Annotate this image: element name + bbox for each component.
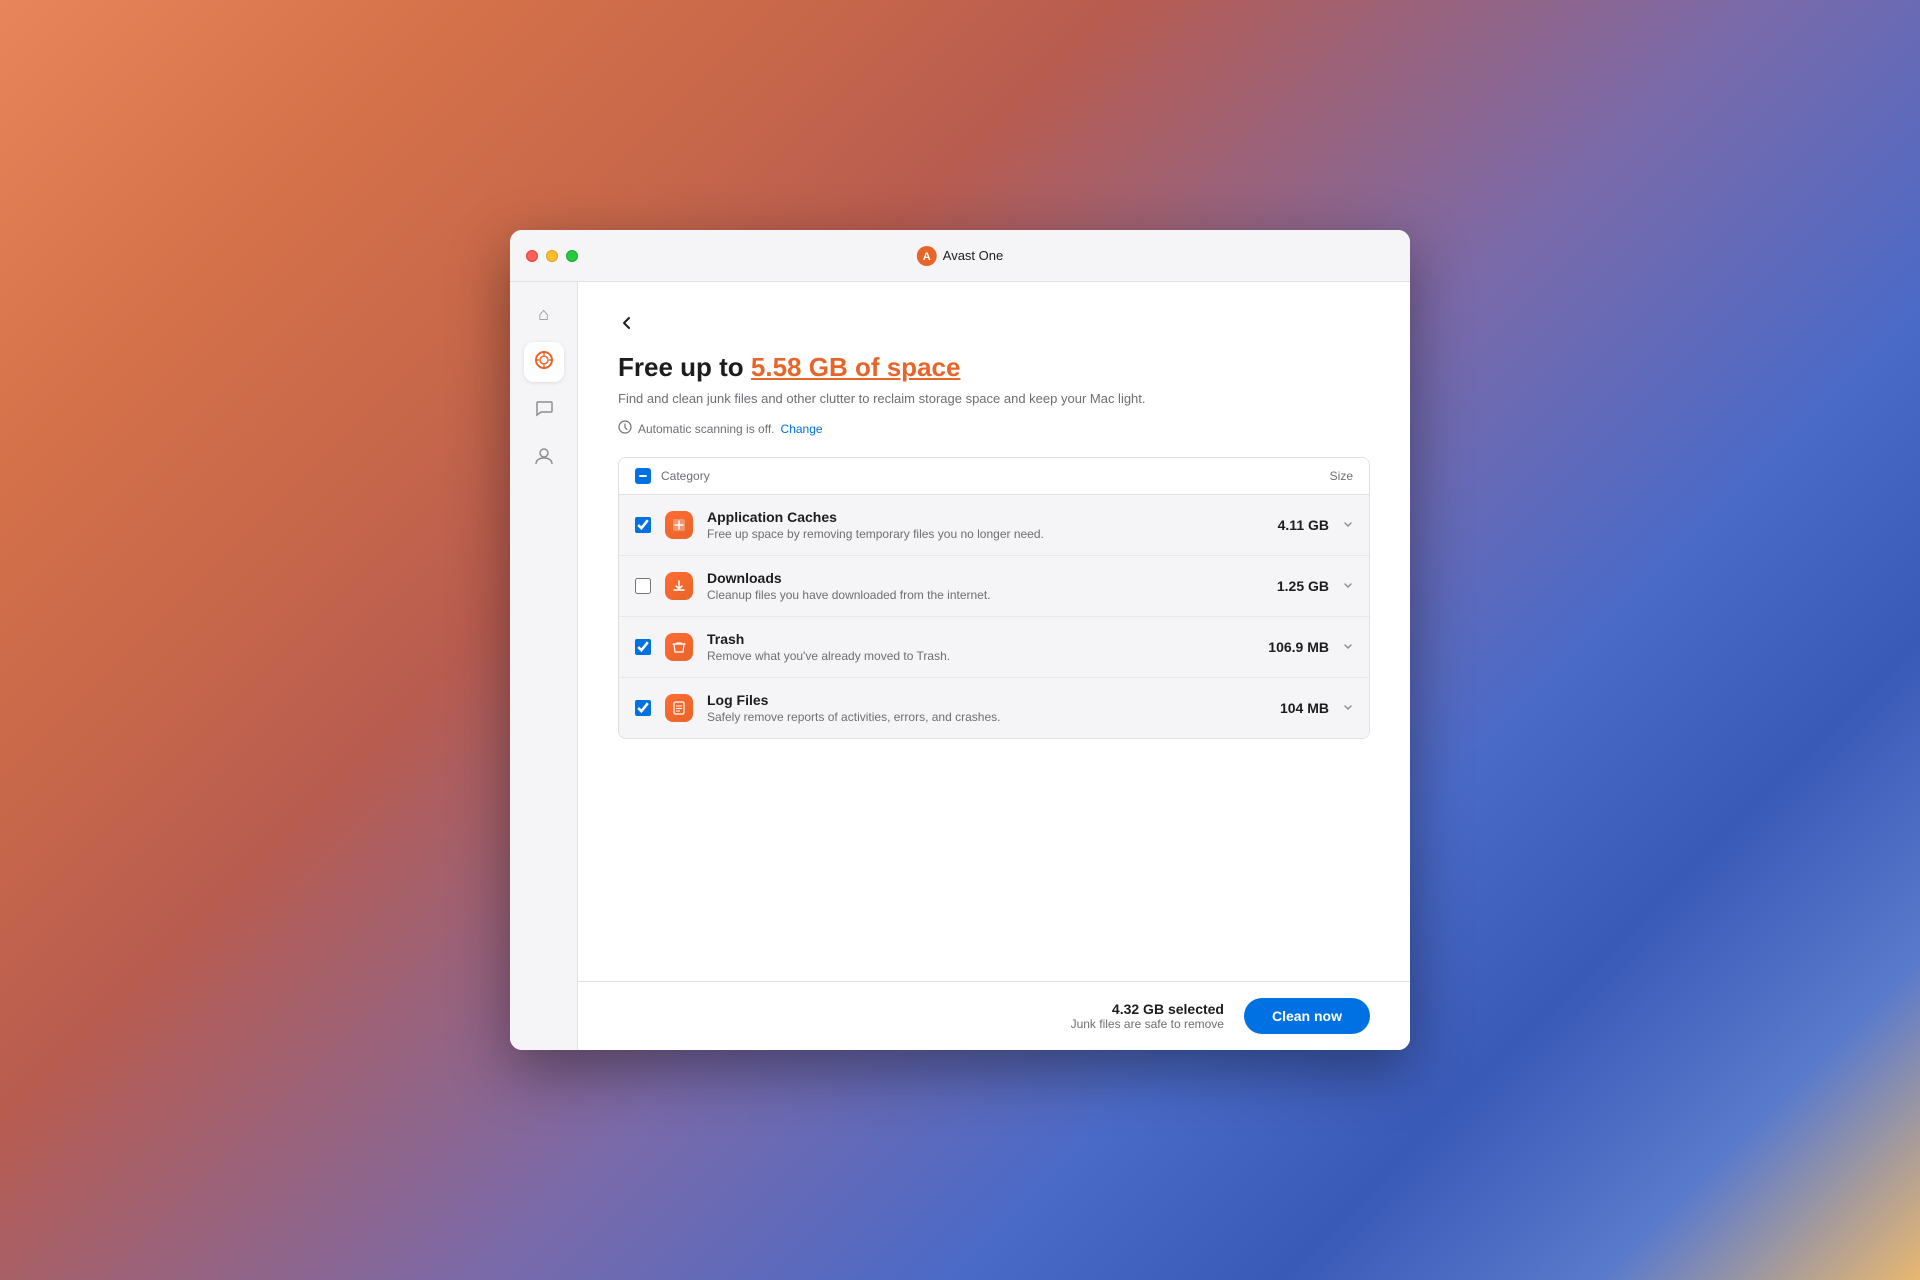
category-table: Category Size: [618, 457, 1370, 739]
cleanup-icon: [534, 350, 554, 375]
downloads-chevron[interactable]: [1341, 579, 1353, 594]
app-caches-text: Application Caches Free up space by remo…: [707, 509, 1278, 541]
home-icon: ⌂: [538, 304, 549, 325]
content-inner: Free up to 5.58 GB of space Find and cle…: [578, 282, 1410, 981]
table-row[interactable]: Downloads Cleanup files you have downloa…: [619, 556, 1369, 617]
avast-logo-icon: A: [917, 246, 937, 266]
app-caches-checkbox[interactable]: [635, 517, 651, 533]
back-button[interactable]: [618, 314, 636, 332]
feedback-icon: [534, 398, 554, 423]
log-files-icon: [663, 692, 695, 724]
trash-icon: [663, 631, 695, 663]
clean-now-button[interactable]: Clean now: [1244, 998, 1370, 1034]
footer-note: Junk files are safe to remove: [1071, 1017, 1224, 1031]
sidebar-item-home[interactable]: ⌂: [524, 294, 564, 334]
titlebar: A Avast One: [510, 230, 1410, 282]
downloads-icon: [663, 570, 695, 602]
downloads-checkbox[interactable]: [635, 578, 651, 594]
footer-info: 4.32 GB selected Junk files are safe to …: [1071, 1001, 1224, 1031]
table-header-left: Category: [635, 468, 710, 484]
sidebar: ⌂: [510, 282, 578, 1050]
content-area: Free up to 5.58 GB of space Find and cle…: [578, 282, 1410, 1050]
sidebar-item-account[interactable]: [524, 438, 564, 478]
titlebar-center: A Avast One: [917, 246, 1003, 266]
svg-text:A: A: [923, 251, 931, 263]
trash-chevron[interactable]: [1341, 640, 1353, 655]
trash-text: Trash Remove what you've already moved t…: [707, 631, 1268, 663]
downloads-text: Downloads Cleanup files you have downloa…: [707, 570, 1277, 602]
close-button[interactable]: [526, 250, 538, 262]
category-header-label: Category: [661, 469, 710, 483]
account-icon: [534, 446, 554, 471]
titlebar-title: Avast One: [943, 248, 1003, 263]
app-window: A Avast One ⌂: [510, 230, 1410, 1050]
clock-icon: [618, 420, 632, 437]
traffic-lights: [526, 250, 578, 262]
subtitle: Find and clean junk files and other clut…: [618, 391, 1370, 406]
maximize-button[interactable]: [566, 250, 578, 262]
app-caches-icon: [663, 509, 695, 541]
main-layout: ⌂: [510, 282, 1410, 1050]
log-files-chevron[interactable]: [1341, 701, 1353, 716]
log-files-text: Log Files Safely remove reports of activ…: [707, 692, 1280, 724]
sidebar-item-feedback[interactable]: [524, 390, 564, 430]
sidebar-item-cleanup[interactable]: [524, 342, 564, 382]
table-header: Category Size: [619, 458, 1369, 495]
trash-checkbox[interactable]: [635, 639, 651, 655]
auto-scan-notice: Automatic scanning is off. Change: [618, 420, 1370, 437]
change-link[interactable]: Change: [781, 422, 823, 436]
log-files-checkbox[interactable]: [635, 700, 651, 716]
table-row[interactable]: Log Files Safely remove reports of activ…: [619, 678, 1369, 738]
table-row[interactable]: Application Caches Free up space by remo…: [619, 495, 1369, 556]
page-title: Free up to 5.58 GB of space: [618, 352, 1370, 383]
table-row[interactable]: Trash Remove what you've already moved t…: [619, 617, 1369, 678]
minimize-button[interactable]: [546, 250, 558, 262]
size-header-label: Size: [1330, 469, 1353, 483]
selected-size: 4.32 GB selected: [1071, 1001, 1224, 1017]
footer: 4.32 GB selected Junk files are safe to …: [578, 981, 1410, 1050]
select-all-checkbox[interactable]: [635, 468, 651, 484]
app-caches-chevron[interactable]: [1341, 518, 1353, 533]
